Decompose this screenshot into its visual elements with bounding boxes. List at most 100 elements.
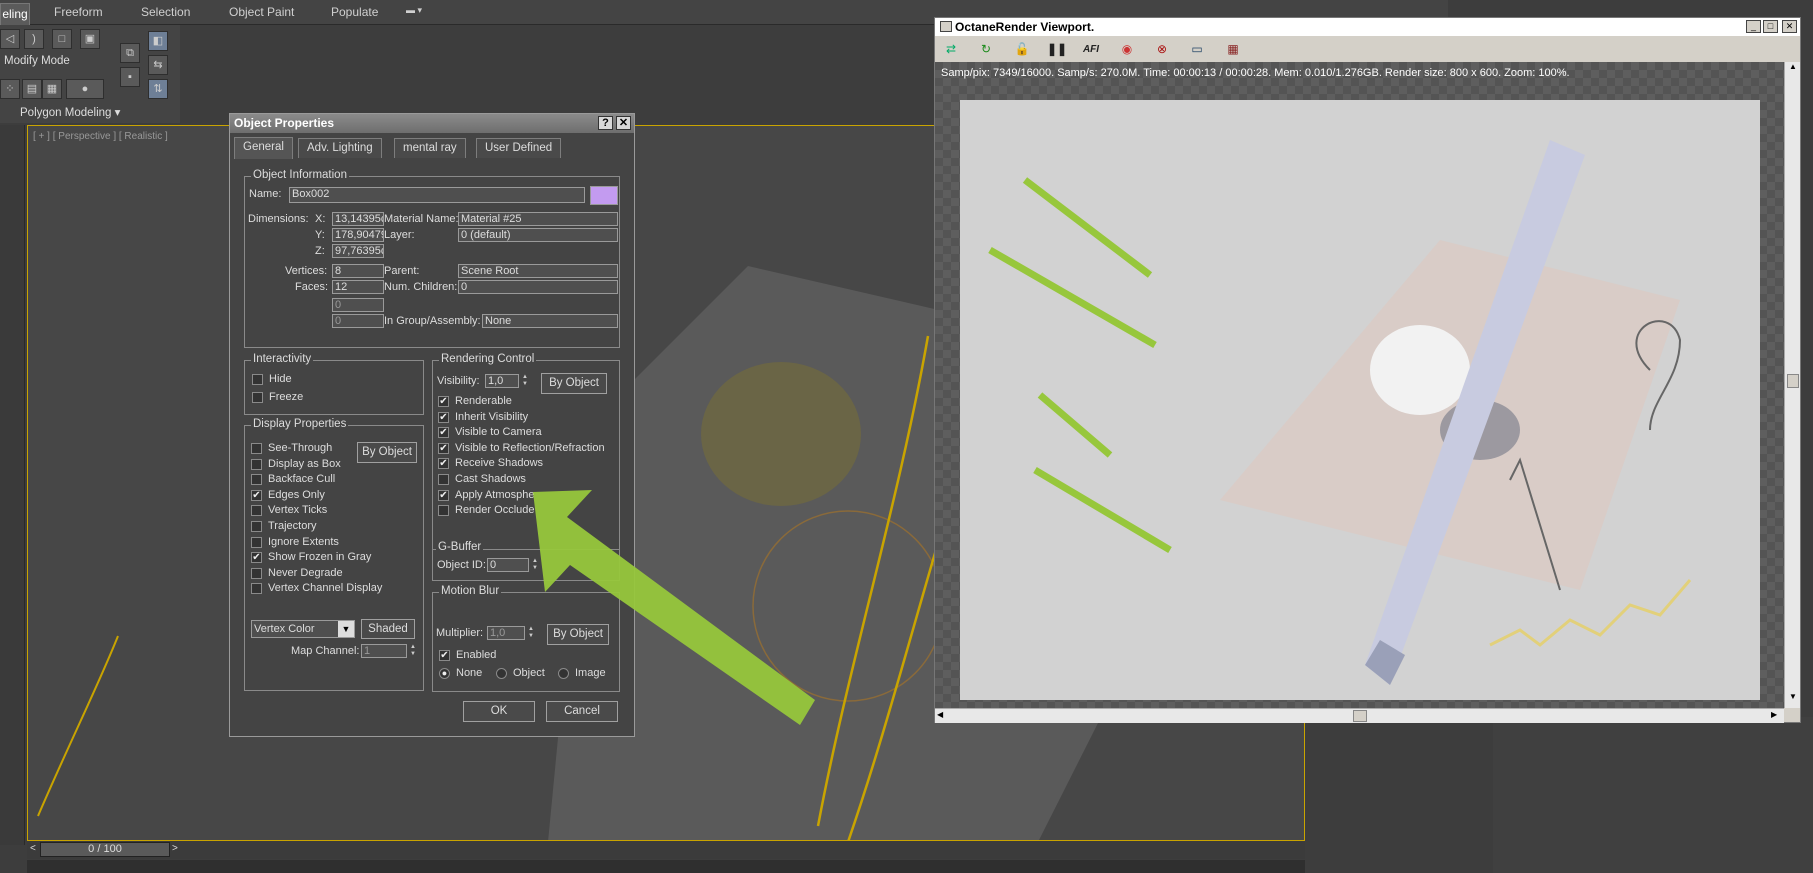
radio-image[interactable]: [558, 668, 569, 679]
dimension-z-field[interactable]: 97,76395c: [332, 244, 384, 258]
help-button[interactable]: ?: [598, 116, 613, 130]
checkbox-show-frozen-in-gray[interactable]: ✔: [251, 552, 262, 564]
next-frame-icon[interactable]: >: [172, 843, 178, 854]
checkbox-trajectory[interactable]: [251, 521, 262, 532]
make-unique-icon[interactable]: ⇅: [148, 79, 168, 99]
motion-blur-by-object-button[interactable]: By Object: [547, 624, 609, 645]
scroll-up-icon[interactable]: ▲: [1786, 62, 1800, 76]
name-input[interactable]: Box002: [289, 187, 585, 203]
object-id-field[interactable]: 0: [487, 558, 529, 572]
extra-field-1[interactable]: 0: [332, 298, 384, 312]
scroll-down-icon[interactable]: ▼: [1786, 692, 1800, 706]
render-area[interactable]: Samp/pix: 7349/16000. Samp/s: 270.0M. Ti…: [935, 62, 1784, 708]
horizontal-scrollbar[interactable]: ◀ ▶: [935, 708, 1784, 723]
show-result-icon[interactable]: ⇆: [148, 55, 168, 75]
checkbox-edges-only[interactable]: ✔: [251, 489, 262, 501]
checkbox-inherit-visibility[interactable]: ✔: [438, 411, 449, 423]
horizontal-scroll-thumb[interactable]: [1353, 710, 1367, 722]
dimension-y-field[interactable]: 178,90479: [332, 228, 384, 242]
scroll-right-icon[interactable]: ▶: [1771, 710, 1777, 719]
checkbox-vertex-ticks[interactable]: [251, 505, 262, 517]
stack-icon[interactable]: ⧉: [120, 43, 140, 63]
tab-mental-ray[interactable]: mental ray: [394, 138, 466, 158]
element-mode-icon[interactable]: ●: [66, 79, 104, 99]
dimension-x-field[interactable]: 13,14395c: [332, 212, 384, 226]
trackbar[interactable]: [27, 860, 1305, 873]
tab-adv-lighting[interactable]: Adv. Lighting: [298, 138, 382, 158]
window-close-icon[interactable]: ✕: [1782, 20, 1797, 33]
pin-stack-icon[interactable]: ◧: [148, 31, 168, 51]
restart-render-icon[interactable]: ↻: [977, 41, 995, 58]
checkbox-see-through[interactable]: [251, 443, 262, 454]
checkbox-backface-cull[interactable]: [251, 474, 262, 486]
vertex-mode-icon[interactable]: ⁘: [0, 79, 20, 99]
radio-none[interactable]: ●: [439, 668, 450, 679]
shaded-button[interactable]: Shaded: [361, 619, 415, 639]
tab-general[interactable]: General: [234, 137, 293, 159]
display-by-object-button[interactable]: By Object: [357, 442, 417, 463]
draw-icon[interactable]: ◁: [0, 29, 20, 49]
map-channel-field[interactable]: 1: [361, 644, 407, 658]
checkbox-display-as-box[interactable]: [251, 458, 262, 470]
hide-checkbox[interactable]: [252, 374, 263, 385]
checkbox-receive-shadows[interactable]: ✔: [438, 458, 449, 470]
layer-field[interactable]: 0 (default): [458, 228, 618, 242]
chevron-down-icon[interactable]: ▼: [338, 621, 354, 637]
monitor-icon[interactable]: ▭: [1188, 41, 1206, 58]
map-channel-spinner[interactable]: ▲ ▼: [409, 644, 417, 658]
tab-modeling[interactable]: eling: [0, 3, 30, 25]
visibility-field[interactable]: 1,0: [485, 374, 519, 388]
time-slider[interactable]: 0 / 100: [40, 842, 170, 857]
dialog-title[interactable]: Object Properties: [230, 114, 634, 133]
ok-button[interactable]: OK: [463, 701, 535, 722]
checkbox-ignore-extents[interactable]: [251, 536, 262, 548]
scroll-left-icon[interactable]: ◀: [937, 710, 943, 719]
octane-title[interactable]: OctaneRender Viewport.: [935, 18, 1800, 36]
render-image[interactable]: [960, 100, 1760, 700]
object-id-spinner[interactable]: ▲ ▼: [531, 558, 539, 572]
visibility-spinner[interactable]: ▲ ▼: [521, 374, 529, 388]
checkbox-vertex-channel-display[interactable]: [251, 583, 262, 595]
group-assembly-field[interactable]: None: [482, 314, 618, 328]
multiplier-spinner[interactable]: ▲ ▼: [527, 626, 535, 640]
enabled-checkbox[interactable]: ✔: [439, 650, 450, 661]
tab-populate[interactable]: Populate: [331, 5, 378, 19]
close-button[interactable]: ✕: [616, 116, 631, 130]
checkbox-render-occlude[interactable]: [438, 505, 449, 517]
polygon-modeling-label[interactable]: Polygon Modeling ▾: [20, 105, 120, 119]
rect-select-icon[interactable]: □: [52, 29, 72, 49]
tab-object-paint[interactable]: Object Paint: [229, 5, 294, 19]
cancel-button[interactable]: Cancel: [546, 701, 618, 722]
checkbox-cast-shadows[interactable]: [438, 474, 449, 485]
tab-freeform[interactable]: Freeform: [54, 5, 103, 19]
lasso-icon[interactable]: ): [24, 29, 44, 49]
freeze-checkbox[interactable]: [252, 392, 263, 403]
edge-mode-icon[interactable]: ▤: [22, 79, 42, 99]
lock-icon[interactable]: 🔓: [1013, 41, 1031, 58]
minimize-icon[interactable]: _: [1746, 20, 1761, 33]
clear-icon[interactable]: ⊗: [1153, 41, 1171, 58]
checkbox-visible-to-camera[interactable]: ✔: [438, 427, 449, 439]
parent-field[interactable]: Scene Root: [458, 264, 618, 278]
checkbox-apply-atmosphe[interactable]: ✔: [438, 489, 449, 501]
vertical-scrollbar[interactable]: ▲ ▼: [1784, 62, 1800, 708]
material-name-field[interactable]: Material #25: [458, 212, 618, 226]
maximize-icon[interactable]: □: [1763, 20, 1778, 33]
checkbox-renderable[interactable]: ✔: [438, 396, 449, 407]
vertical-scroll-thumb[interactable]: [1787, 374, 1799, 388]
vertices-field[interactable]: 8: [332, 264, 384, 278]
tab-selection[interactable]: Selection: [141, 5, 190, 19]
cube-icon[interactable]: ▣: [80, 29, 100, 49]
afi-icon[interactable]: AFI: [1082, 41, 1100, 58]
poly-mode-icon[interactable]: ▦: [42, 79, 62, 99]
tab-user-defined[interactable]: User Defined: [476, 138, 562, 158]
pause-icon[interactable]: ❚❚: [1047, 41, 1067, 58]
checkbox-visible-to-reflection-refraction[interactable]: ✔: [438, 442, 449, 454]
ribbon-options-icon[interactable]: ▬ ▾: [406, 5, 422, 16]
prev-frame-icon[interactable]: <: [30, 843, 36, 854]
faces-field[interactable]: 12: [332, 280, 384, 294]
color-wheel-icon[interactable]: ◉: [1118, 41, 1136, 58]
radio-object[interactable]: [496, 668, 507, 679]
checkbox-never-degrade[interactable]: [251, 567, 262, 579]
multiplier-field[interactable]: 1,0: [487, 626, 525, 640]
